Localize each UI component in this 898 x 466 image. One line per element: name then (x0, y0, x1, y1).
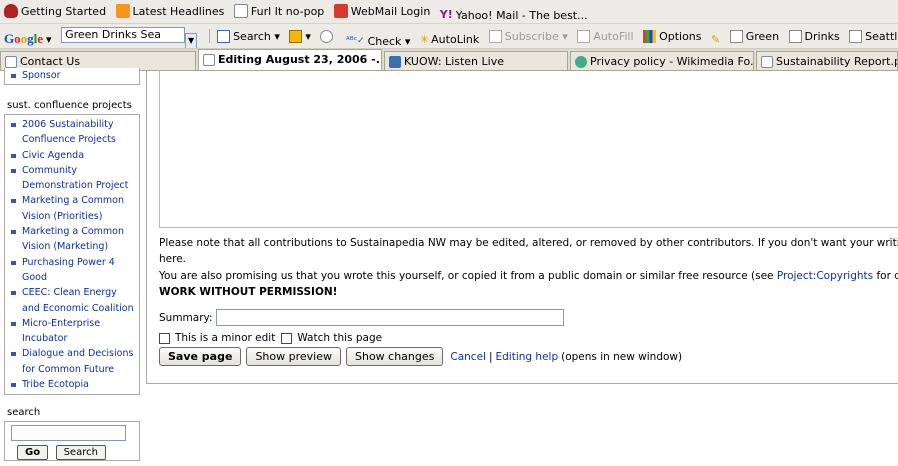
edit-options: This is a minor edit Watch this page (159, 332, 382, 344)
highlighter-icon: ✎ (711, 33, 721, 46)
autofill-button[interactable]: AutoFill (577, 30, 634, 43)
tab-sustainability-report[interactable]: Sustainability Report.pd (756, 51, 898, 70)
popup-blocker-icon (289, 30, 303, 43)
page-icon (203, 54, 215, 66)
edit-buttons: Save page Show preview Show changes Canc… (159, 347, 682, 366)
google-toolbar: Google ▾ Green Drinks Sea ▼ Search ▾ ▾ ᴬᴮ… (0, 24, 898, 49)
page-content: Sponsor sust. confluence projects 2006 S… (0, 68, 898, 466)
google-g-icon (217, 30, 231, 43)
google-logo: Google (4, 31, 44, 46)
license-note-cont: here. (159, 253, 186, 265)
watch-page-checkbox[interactable] (281, 332, 293, 344)
pagerank-button[interactable] (320, 30, 336, 43)
search-button[interactable]: Search (55, 445, 106, 460)
google-menu[interactable]: Google ▾ (4, 31, 52, 47)
projects-box: 2006 Sustainability Confluence Projects … (4, 114, 140, 396)
summary-row: Summary: (159, 309, 564, 326)
summary-input[interactable] (215, 309, 564, 326)
copyrights-link[interactable]: Project:Copyrights (777, 270, 873, 282)
bookmark-webmail-login[interactable]: WebMail Login (333, 4, 430, 18)
sidebar-item-project[interactable]: Tribe Ecotopia (9, 377, 137, 392)
summary-label: Summary: (159, 311, 213, 324)
bookmark-getting-started[interactable]: Getting Started (4, 4, 106, 18)
sidebar-item-project[interactable]: CEEC: Clean Energy and Economic Coalitio… (9, 285, 137, 316)
spellcheck-icon: ᴬᴮᶜ✓ (345, 36, 365, 46)
license-note: Please note that all contributions to Su… (159, 237, 898, 249)
options-button[interactable]: Options (643, 30, 702, 43)
show-changes-button[interactable]: Show changes (345, 347, 444, 366)
find-word-icon (788, 30, 802, 43)
highlight-green[interactable]: Green (729, 30, 779, 43)
find-word-icon (729, 30, 743, 43)
search-box: Go Search (4, 421, 140, 461)
search-history-dropdown[interactable]: ▼ (185, 33, 198, 48)
projects-portlet: sust. confluence projects 2006 Sustainab… (0, 97, 140, 396)
page-icon (761, 56, 773, 68)
sidebar-item-project[interactable]: Civic Agenda (9, 148, 137, 163)
show-preview-button[interactable]: Show preview (246, 347, 341, 366)
save-page-button[interactable]: Save page (159, 347, 242, 366)
highlight-drinks[interactable]: Drinks (788, 30, 840, 43)
page-icon (5, 56, 17, 68)
options-icon (643, 30, 657, 43)
go-button[interactable]: Go (17, 445, 49, 460)
tab-kuow[interactable]: KUOW: Listen Live (384, 51, 568, 70)
google-search-input[interactable]: Green Drinks Sea (61, 27, 186, 43)
page-icon (233, 4, 248, 18)
watch-page-label: Watch this page (297, 332, 383, 344)
rss-icon (115, 4, 130, 18)
permission-warning: WORK WITHOUT PERMISSION! (159, 286, 338, 298)
yahoo-icon: Y! (439, 8, 453, 21)
mail-icon (333, 4, 348, 18)
sidebar-item-project[interactable]: Marketing a Common Vision (Priorities) (9, 193, 137, 224)
sidebar-item-project[interactable]: Micro-Enterprise Incubator (9, 316, 137, 347)
sidebar-item-project[interactable]: Purchasing Power 4 Good (9, 255, 137, 286)
minor-edit-label: This is a minor edit (175, 332, 276, 344)
pagerank-icon (320, 30, 334, 43)
editing-help-suffix: (opens in new window) (561, 350, 683, 363)
sponsor-portlet: Sponsor (4, 68, 140, 85)
bookmark-latest-headlines[interactable]: Latest Headlines (115, 4, 224, 18)
search-heading: search (7, 407, 41, 418)
cancel-link[interactable]: Cancel (450, 351, 486, 363)
autofill-icon (577, 30, 591, 43)
copyright-note: You are also promising us that you wrote… (159, 270, 898, 282)
tab-privacy-policy[interactable]: Privacy policy - Wikimedia Fo... (570, 51, 754, 70)
highlight-seattle[interactable]: Seattle (849, 30, 898, 43)
google-search-button[interactable]: Search ▾ (217, 30, 280, 43)
subscribe-icon (488, 30, 502, 43)
autolink-button[interactable]: ✳ AutoLink (420, 33, 479, 46)
getting-started-icon (4, 4, 18, 18)
sidebar-item-sponsor[interactable]: Sponsor (9, 68, 137, 83)
bookmark-furl-it[interactable]: Furl It no-pop (233, 4, 324, 18)
sidebar-search-input[interactable] (11, 425, 126, 441)
sidebar-item-project[interactable]: 2006 Sustainability Confluence Projects (9, 117, 137, 148)
edit-textarea[interactable] (159, 71, 898, 228)
main-content: Please note that all contributions to Su… (146, 71, 898, 384)
projects-heading: sust. confluence projects (7, 100, 132, 111)
bookmark-yahoo-mail[interactable]: Y! Yahoo! Mail - The best... (440, 8, 588, 22)
sidebar-item-project[interactable]: Community Demonstration Project (9, 163, 137, 194)
find-word-icon (849, 30, 863, 43)
kuow-icon (389, 56, 401, 68)
minor-edit-checkbox[interactable] (159, 332, 170, 344)
link-separator: | (488, 350, 493, 363)
autolink-icon: ✳ (419, 33, 430, 46)
search-portlet: search Go Search (0, 404, 140, 461)
tab-editing[interactable]: Editing August 23, 2006 -... (198, 49, 382, 70)
wikimedia-icon (575, 56, 587, 68)
subscribe-button[interactable]: Subscribe ▾ (488, 30, 568, 43)
bookmarks-toolbar: Getting Started Latest Headlines Furl It… (0, 0, 898, 24)
sidebar-item-project[interactable]: Dialogue and Decisions for Common Future (9, 346, 137, 377)
spellcheck-button[interactable]: ᴬᴮᶜ✓ Check ▾ (346, 35, 411, 48)
popup-blocker-button[interactable]: ▾ (289, 30, 311, 43)
highlighter-button[interactable]: ✎ (711, 33, 720, 46)
sidebar-item-project[interactable]: Marketing a Common Vision (Marketing) (9, 224, 137, 255)
editing-help-link[interactable]: Editing help (496, 351, 559, 363)
toolbar-separator (208, 29, 210, 43)
